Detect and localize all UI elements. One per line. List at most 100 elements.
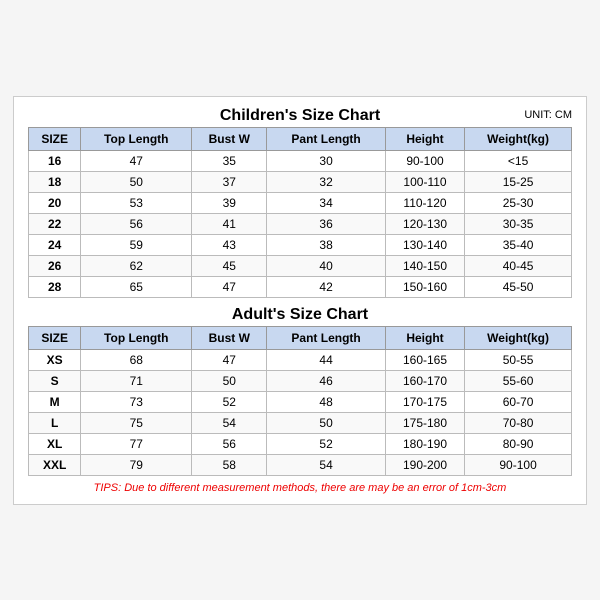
adult-cell: 90-100 bbox=[465, 454, 572, 475]
adult-cell: M bbox=[29, 391, 81, 412]
children-cell: 43 bbox=[192, 234, 267, 255]
children-header-row: SIZETop LengthBust WPant LengthHeightWei… bbox=[29, 127, 572, 150]
adult-cell: 50 bbox=[192, 370, 267, 391]
children-cell: 30-35 bbox=[465, 213, 572, 234]
adult-cell: 54 bbox=[192, 412, 267, 433]
adult-cell: 80-90 bbox=[465, 433, 572, 454]
adult-cell: 73 bbox=[81, 391, 192, 412]
adult-title-text: Adult's Size Chart bbox=[232, 306, 368, 323]
adult-col-header: Height bbox=[385, 326, 464, 349]
chart-container: Children's Size Chart UNIT: CM SIZETop L… bbox=[13, 96, 587, 505]
children-cell: 22 bbox=[29, 213, 81, 234]
children-cell: 110-120 bbox=[385, 192, 464, 213]
children-col-header: SIZE bbox=[29, 127, 81, 150]
children-cell: 25-30 bbox=[465, 192, 572, 213]
children-cell: 45-50 bbox=[465, 276, 572, 297]
adult-cell: 75 bbox=[81, 412, 192, 433]
adult-col-header: Weight(kg) bbox=[465, 326, 572, 349]
adult-cell: 60-70 bbox=[465, 391, 572, 412]
children-table: SIZETop LengthBust WPant LengthHeightWei… bbox=[28, 127, 572, 298]
adult-cell: 58 bbox=[192, 454, 267, 475]
adult-col-header: Top Length bbox=[81, 326, 192, 349]
adult-table: SIZETop LengthBust WPant LengthHeightWei… bbox=[28, 326, 572, 476]
adult-cell: 70-80 bbox=[465, 412, 572, 433]
children-cell: 35-40 bbox=[465, 234, 572, 255]
children-table-row: 20533934110-12025-30 bbox=[29, 192, 572, 213]
adult-cell: 180-190 bbox=[385, 433, 464, 454]
children-table-row: 1647353090-100<15 bbox=[29, 150, 572, 171]
children-title: Children's Size Chart bbox=[220, 107, 380, 124]
children-cell: 28 bbox=[29, 276, 81, 297]
adult-cell: 50-55 bbox=[465, 349, 572, 370]
children-cell: <15 bbox=[465, 150, 572, 171]
children-cell: 40-45 bbox=[465, 255, 572, 276]
adult-title: Adult's Size Chart bbox=[28, 306, 572, 324]
adult-cell: 55-60 bbox=[465, 370, 572, 391]
children-cell: 47 bbox=[192, 276, 267, 297]
adult-cell: 170-175 bbox=[385, 391, 464, 412]
children-cell: 16 bbox=[29, 150, 81, 171]
children-col-header: Height bbox=[385, 127, 464, 150]
adult-cell: XL bbox=[29, 433, 81, 454]
adult-cell: 44 bbox=[267, 349, 386, 370]
tips-text: TIPS: Due to different measurement metho… bbox=[28, 482, 572, 494]
children-cell: 62 bbox=[81, 255, 192, 276]
children-cell: 45 bbox=[192, 255, 267, 276]
children-cell: 47 bbox=[81, 150, 192, 171]
children-cell: 59 bbox=[81, 234, 192, 255]
children-cell: 42 bbox=[267, 276, 386, 297]
adult-col-header: Pant Length bbox=[267, 326, 386, 349]
children-cell: 65 bbox=[81, 276, 192, 297]
adult-cell: 52 bbox=[192, 391, 267, 412]
children-cell: 39 bbox=[192, 192, 267, 213]
adult-cell: 79 bbox=[81, 454, 192, 475]
adult-cell: 56 bbox=[192, 433, 267, 454]
adult-cell: L bbox=[29, 412, 81, 433]
children-cell: 40 bbox=[267, 255, 386, 276]
adult-cell: 54 bbox=[267, 454, 386, 475]
adult-table-row: L755450175-18070-80 bbox=[29, 412, 572, 433]
children-col-header: Bust W bbox=[192, 127, 267, 150]
adult-cell: 47 bbox=[192, 349, 267, 370]
adult-cell: 68 bbox=[81, 349, 192, 370]
children-cell: 120-130 bbox=[385, 213, 464, 234]
children-cell: 150-160 bbox=[385, 276, 464, 297]
adult-cell: 52 bbox=[267, 433, 386, 454]
children-cell: 53 bbox=[81, 192, 192, 213]
adult-cell: 71 bbox=[81, 370, 192, 391]
adult-cell: 190-200 bbox=[385, 454, 464, 475]
children-cell: 36 bbox=[267, 213, 386, 234]
adult-col-header: SIZE bbox=[29, 326, 81, 349]
adult-cell: XS bbox=[29, 349, 81, 370]
adult-cell: 50 bbox=[267, 412, 386, 433]
adult-cell: 77 bbox=[81, 433, 192, 454]
children-cell: 37 bbox=[192, 171, 267, 192]
children-table-row: 24594338130-14035-40 bbox=[29, 234, 572, 255]
children-table-row: 28654742150-16045-50 bbox=[29, 276, 572, 297]
adult-cell: 175-180 bbox=[385, 412, 464, 433]
children-cell: 30 bbox=[267, 150, 386, 171]
children-cell: 20 bbox=[29, 192, 81, 213]
children-cell: 15-25 bbox=[465, 171, 572, 192]
adult-table-row: S715046160-17055-60 bbox=[29, 370, 572, 391]
children-cell: 140-150 bbox=[385, 255, 464, 276]
children-cell: 38 bbox=[267, 234, 386, 255]
children-cell: 18 bbox=[29, 171, 81, 192]
adult-table-row: XS684744160-16550-55 bbox=[29, 349, 572, 370]
children-cell: 50 bbox=[81, 171, 192, 192]
children-cell: 34 bbox=[267, 192, 386, 213]
children-cell: 26 bbox=[29, 255, 81, 276]
children-cell: 130-140 bbox=[385, 234, 464, 255]
adult-cell: 160-165 bbox=[385, 349, 464, 370]
children-cell: 100-110 bbox=[385, 171, 464, 192]
children-col-header: Top Length bbox=[81, 127, 192, 150]
children-cell: 56 bbox=[81, 213, 192, 234]
children-cell: 24 bbox=[29, 234, 81, 255]
children-col-header: Weight(kg) bbox=[465, 127, 572, 150]
children-table-row: 22564136120-13030-35 bbox=[29, 213, 572, 234]
unit-label: UNIT: CM bbox=[524, 109, 572, 121]
adult-table-row: XXL795854190-20090-100 bbox=[29, 454, 572, 475]
children-cell: 35 bbox=[192, 150, 267, 171]
adult-cell: S bbox=[29, 370, 81, 391]
adult-table-row: XL775652180-19080-90 bbox=[29, 433, 572, 454]
